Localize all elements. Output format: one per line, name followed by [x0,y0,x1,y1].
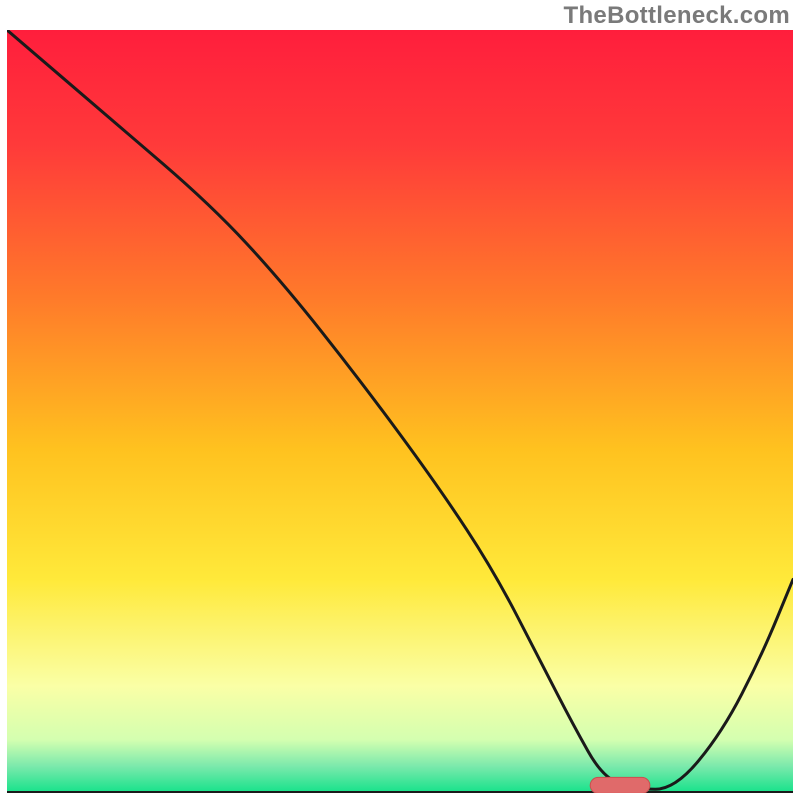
watermark-label: TheBottleneck.com [564,2,790,30]
optimal-marker [590,777,650,793]
gradient-background [7,30,793,793]
plot-svg [7,30,793,793]
bottleneck-plot [7,30,793,793]
